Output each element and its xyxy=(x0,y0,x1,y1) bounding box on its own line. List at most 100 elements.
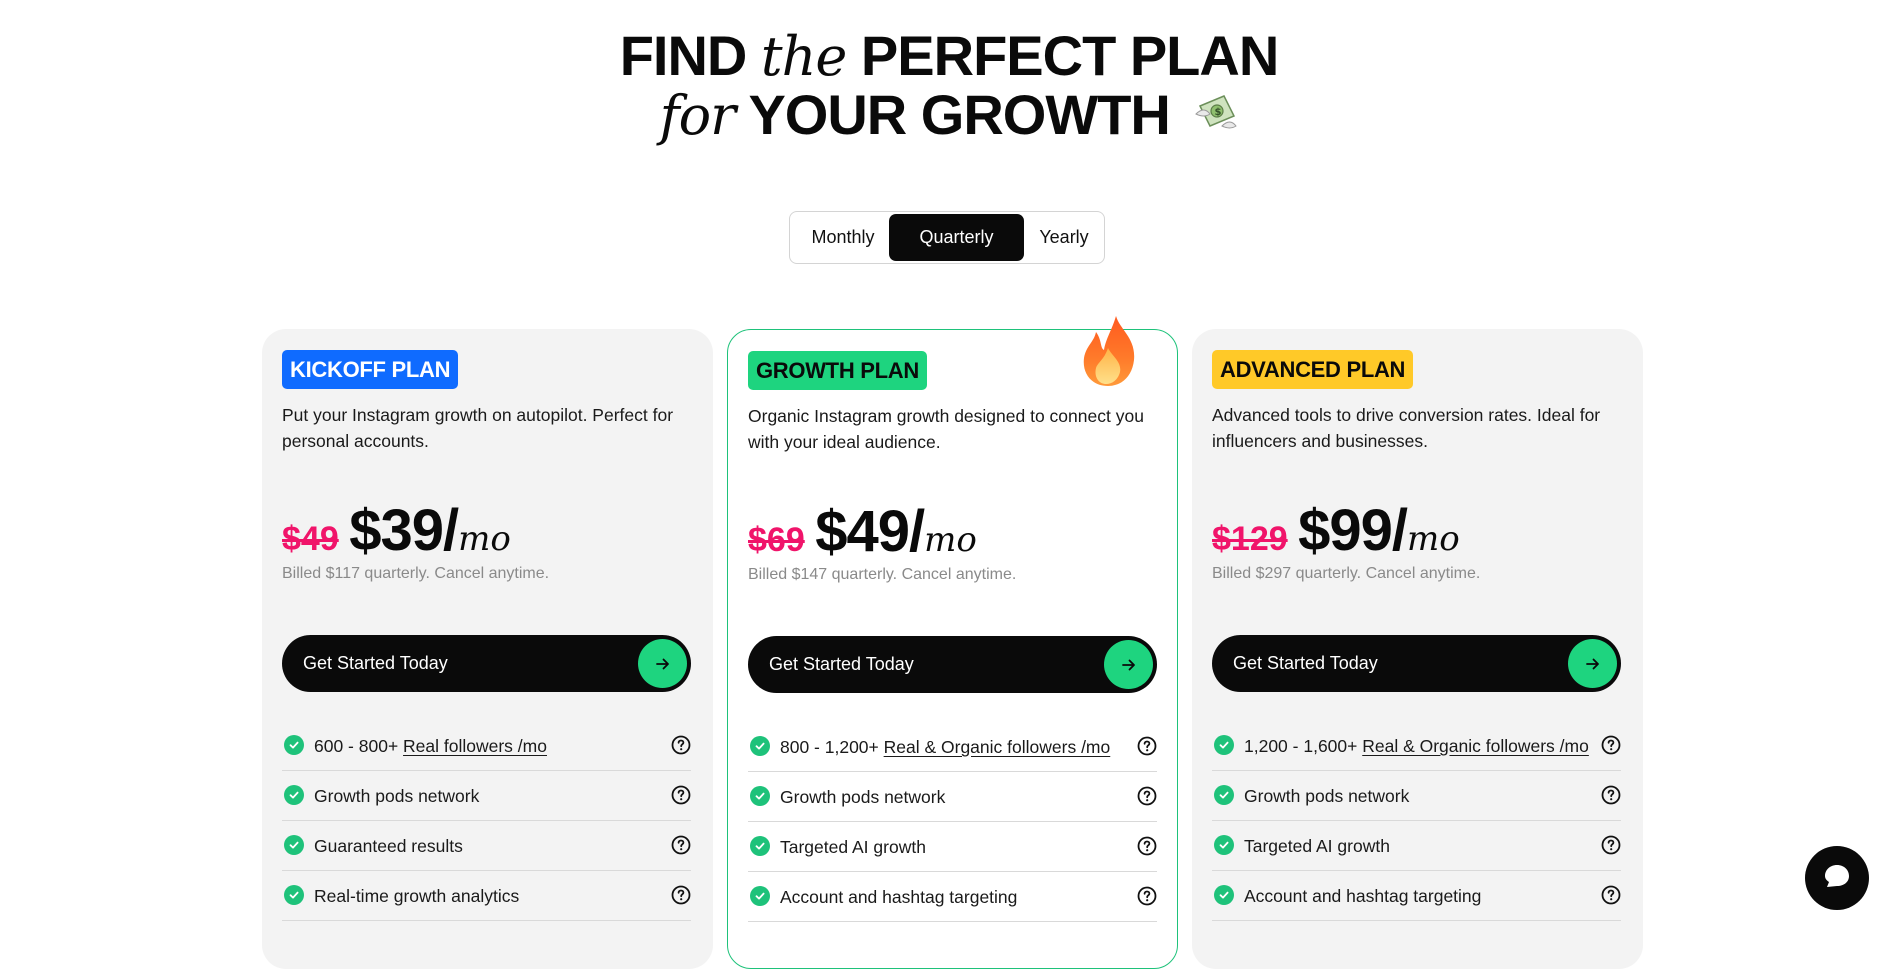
question-circle-icon[interactable] xyxy=(1137,836,1157,856)
get-started-label: Get Started Today xyxy=(303,653,448,673)
feature-label: Guaranteed results xyxy=(314,836,463,856)
check-circle-icon xyxy=(284,835,304,855)
feature-item: 1,200 - 1,600+ Real & Organic followers … xyxy=(1212,721,1621,771)
feature-label: Account and hashtag targeting xyxy=(780,887,1018,907)
original-price: $69 xyxy=(748,521,805,559)
question-circle-icon[interactable] xyxy=(1601,885,1621,905)
feature-label: Growth pods network xyxy=(780,787,946,807)
original-price: $129 xyxy=(1212,520,1288,558)
arrow-right-icon xyxy=(1104,640,1153,689)
feature-text: 600 - 800+ Real followers /mo xyxy=(314,721,547,771)
feature-link[interactable]: Real & Organic followers /mo xyxy=(884,737,1111,757)
feature-link[interactable]: Real & Organic followers /mo xyxy=(1362,736,1589,756)
original-price: $49 xyxy=(282,520,339,558)
billing-note: Billed $297 quarterly. Cancel anytime. xyxy=(1212,565,1481,582)
feature-text: Real-time growth analytics xyxy=(314,871,519,921)
question-circle-icon[interactable] xyxy=(671,835,691,855)
check-circle-icon xyxy=(284,735,304,755)
feature-item: Growth pods network xyxy=(1212,771,1621,821)
feature-item: Growth pods network xyxy=(282,771,691,821)
feature-text: Targeted AI growth xyxy=(780,822,926,872)
billing-note: Billed $117 quarterly. Cancel anytime. xyxy=(282,565,550,582)
feature-item: Targeted AI growth xyxy=(748,822,1157,872)
billing-option-monthly[interactable]: Monthly xyxy=(798,214,888,261)
question-circle-icon[interactable] xyxy=(671,785,691,805)
check-circle-icon xyxy=(1214,885,1234,905)
feature-list: 800 - 1,200+ Real & Organic followers /m… xyxy=(748,722,1157,922)
feature-list: 600 - 800+ Real followers /mo Growth pods… xyxy=(282,721,691,921)
get-started-button[interactable]: Get Started Today xyxy=(748,636,1157,693)
check-circle-icon xyxy=(750,786,770,806)
feature-item: Account and hashtag targeting xyxy=(748,872,1157,922)
check-circle-icon xyxy=(284,885,304,905)
question-circle-icon[interactable] xyxy=(1137,886,1157,906)
check-circle-icon xyxy=(750,736,770,756)
billing-option-quarterly[interactable]: Quarterly xyxy=(889,214,1024,261)
svg-text:$: $ xyxy=(1215,107,1222,118)
plan-card-growth: GROWTH PLAN Organic Instagram growth des… xyxy=(727,329,1178,969)
chat-widget-button[interactable] xyxy=(1805,846,1869,910)
plan-description: Advanced tools to drive conversion rates… xyxy=(1212,405,1601,451)
feature-item: Real-time growth analytics xyxy=(282,871,691,921)
feature-link[interactable]: Real followers /mo xyxy=(403,736,547,756)
feature-label: Real-time growth analytics xyxy=(314,886,520,906)
chat-bubble-icon xyxy=(1823,863,1851,894)
feature-item: Guaranteed results xyxy=(282,821,691,871)
headline-word-perfect-plan: PERFECT PLAN xyxy=(860,24,1279,87)
feature-text: Targeted AI growth xyxy=(1244,821,1390,871)
headline-word-the: the xyxy=(760,25,847,88)
headline-line-2: for YOUR GROWTH $ xyxy=(0,87,1898,147)
price-period: mo xyxy=(458,519,511,559)
fire-icon xyxy=(1078,314,1138,393)
plan-price: $49 $39/mo xyxy=(282,497,511,563)
headline-word-your-growth: YOUR GROWTH xyxy=(748,83,1170,146)
question-circle-icon[interactable] xyxy=(671,885,691,905)
arrow-right-icon xyxy=(1568,639,1617,688)
headline-word-for: for xyxy=(659,84,736,147)
plan-card-advanced: ADVANCED PLAN Advanced tools to drive co… xyxy=(1192,329,1643,969)
plan-badge: KICKOFF PLAN xyxy=(282,350,459,389)
feature-text: Account and hashtag targeting xyxy=(780,872,1017,922)
billing-note: Billed $147 quarterly. Cancel anytime. xyxy=(748,566,1017,583)
arrow-right-icon xyxy=(638,639,687,688)
feature-text: Account and hashtag targeting xyxy=(1244,871,1481,921)
feature-label: Growth pods network xyxy=(314,786,480,806)
feature-label: 600 - 800+ xyxy=(314,736,404,756)
feature-item: Targeted AI growth xyxy=(1212,821,1621,871)
billing-option-yearly[interactable]: Yearly xyxy=(1028,214,1100,261)
question-circle-icon[interactable] xyxy=(671,735,691,755)
check-circle-icon xyxy=(1214,735,1234,755)
get-started-button[interactable]: Get Started Today xyxy=(282,635,691,692)
current-price: $39/ xyxy=(349,498,459,563)
question-circle-icon[interactable] xyxy=(1601,735,1621,755)
pricing-headline: FIND the PERFECT PLAN for YOUR GROWTH $ xyxy=(0,28,1898,147)
headline-line-1: FIND the PERFECT PLAN xyxy=(0,28,1898,85)
feature-list: 1,200 - 1,600+ Real & Organic followers … xyxy=(1212,721,1621,921)
check-circle-icon xyxy=(750,886,770,906)
feature-text: Guaranteed results xyxy=(314,821,463,871)
question-circle-icon[interactable] xyxy=(1137,786,1157,806)
get-started-button[interactable]: Get Started Today xyxy=(1212,635,1621,692)
current-price: $99/ xyxy=(1298,498,1408,563)
plan-badge: ADVANCED PLAN xyxy=(1212,350,1414,389)
question-circle-icon[interactable] xyxy=(1137,736,1157,756)
get-started-label: Get Started Today xyxy=(1233,653,1378,673)
feature-item: 800 - 1,200+ Real & Organic followers /m… xyxy=(748,722,1157,772)
plan-description: Organic Instagram growth designed to con… xyxy=(748,406,1144,452)
check-circle-icon xyxy=(1214,835,1234,855)
feature-label: Growth pods network xyxy=(1244,786,1410,806)
billing-period-toggle: Monthly Quarterly Yearly xyxy=(789,211,1105,264)
question-circle-icon[interactable] xyxy=(1601,835,1621,855)
feature-label: 800 - 1,200+ xyxy=(780,737,884,757)
feature-text: Growth pods network xyxy=(1244,771,1409,821)
current-price: $49/ xyxy=(815,499,925,564)
headline-word-find: FIND xyxy=(619,24,748,87)
plan-badge: GROWTH PLAN xyxy=(748,351,927,390)
question-circle-icon[interactable] xyxy=(1601,785,1621,805)
feature-item: Account and hashtag targeting xyxy=(1212,871,1621,921)
feature-label: Account and hashtag targeting xyxy=(1244,886,1482,906)
price-period: mo xyxy=(1406,519,1460,559)
feature-label: Targeted AI growth xyxy=(1244,836,1390,856)
feature-text: Growth pods network xyxy=(780,772,945,822)
check-circle-icon xyxy=(1214,785,1234,805)
